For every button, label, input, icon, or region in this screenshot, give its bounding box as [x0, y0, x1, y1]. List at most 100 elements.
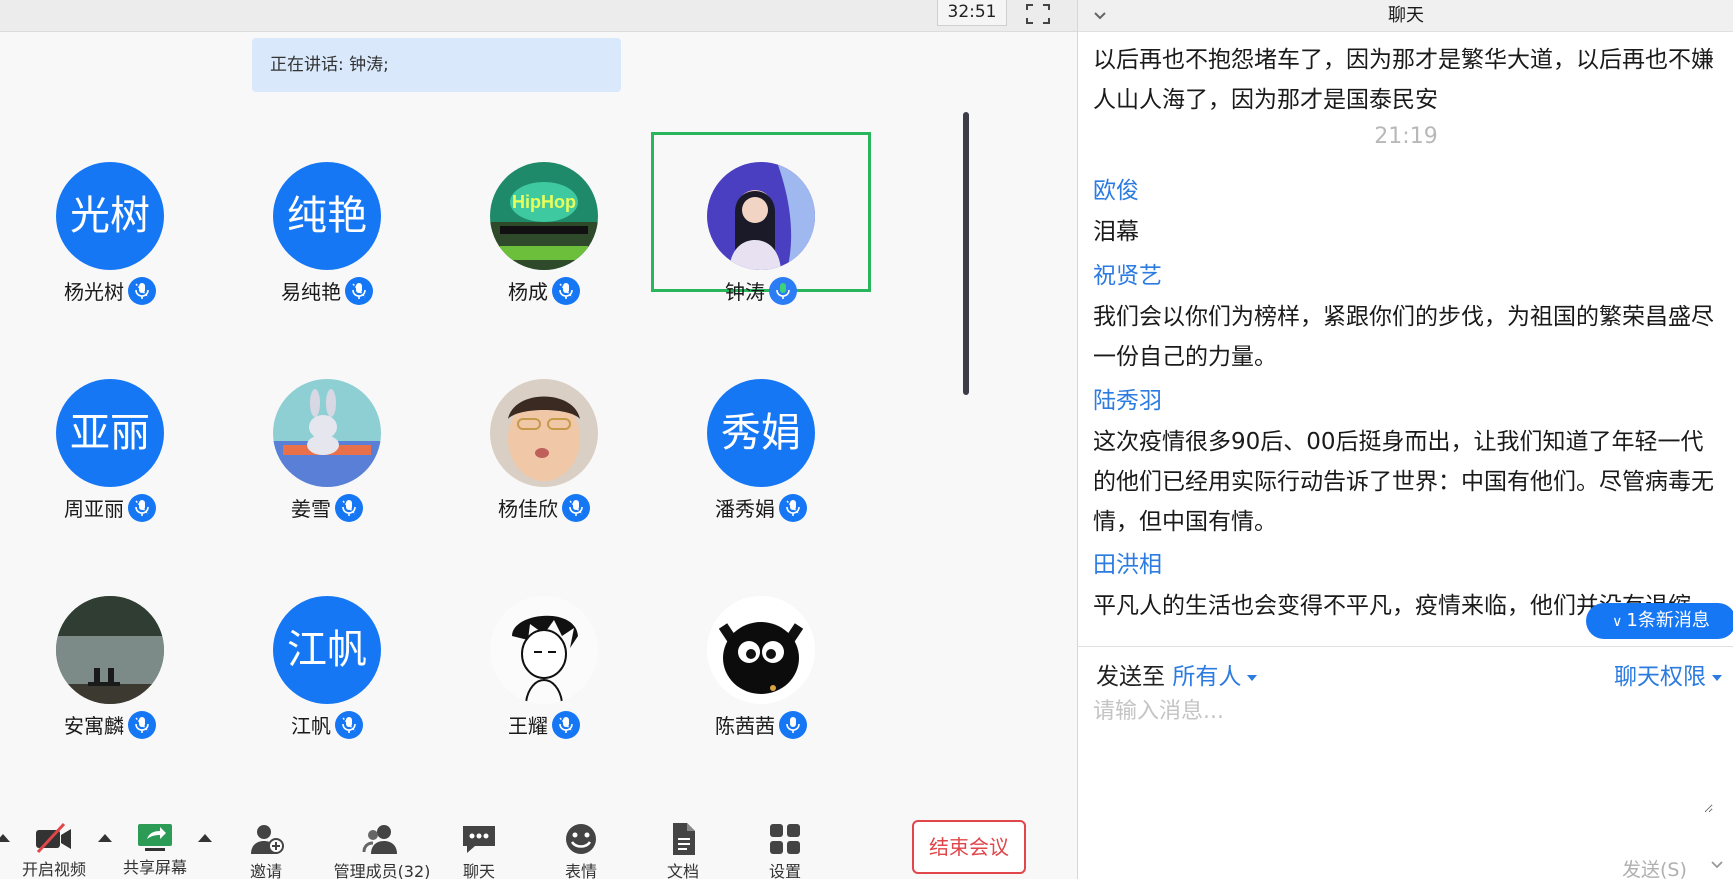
avatar: 江帆	[273, 596, 381, 704]
settings-button[interactable]: 设置	[755, 822, 815, 879]
message-input[interactable]	[1093, 693, 1713, 813]
caret-down-icon	[1712, 674, 1722, 681]
manage-members-button[interactable]: 管理成员(32)	[322, 822, 442, 879]
avatar: 亚丽	[56, 379, 164, 487]
chat-button[interactable]: 聊天	[449, 822, 509, 879]
participant-name-label: 姜雪	[291, 497, 331, 521]
participant-name-label: 杨佳欣	[498, 497, 558, 521]
participant-name: 杨光树	[0, 276, 220, 305]
share-screen-label: 共享屏幕	[122, 858, 187, 877]
share-screen-icon	[138, 824, 172, 851]
documents-button[interactable]: 文档	[653, 822, 713, 879]
participant-tile[interactable]: 纯艳 易纯艳	[217, 132, 437, 305]
avatar: 光树	[56, 162, 164, 270]
participant-grid: 光树 杨光树 纯艳 易纯艳 HipHop 杨成 钟涛 亚丽 周亚丽 姜雪 杨佳欣 秀娟 潘秀娟 安寓麟 江帆…	[0, 110, 960, 739]
message-sender[interactable]: 陆秀羽	[1093, 386, 1162, 416]
participant-name: 易纯艳	[217, 276, 437, 305]
participant-tile[interactable]: 姜雪	[217, 349, 437, 522]
participant-name: 钟涛	[651, 276, 871, 305]
participant-name-label: 王耀	[508, 714, 548, 738]
participant-name: 姜雪	[217, 493, 437, 522]
mic-active-icon	[335, 493, 363, 522]
message-sender[interactable]: 祝贤艺	[1093, 261, 1162, 291]
participant-tile[interactable]: 杨佳欣	[434, 349, 654, 522]
avatar	[707, 596, 815, 704]
message-sender[interactable]: 欧俊	[1093, 176, 1139, 206]
participant-tile[interactable]: 光树杨光树	[0, 132, 220, 305]
avatar	[490, 379, 598, 487]
participant-name: 王耀	[434, 710, 654, 739]
grid-scrollbar[interactable]	[963, 112, 969, 395]
mic-active-icon	[552, 276, 580, 305]
share-screen-button[interactable]: 共享屏幕	[115, 822, 195, 878]
send-to-value[interactable]: 所有人	[1172, 664, 1241, 690]
chat-bubble-icon	[463, 826, 495, 853]
chat-composer: 发送至 所有人 聊天权限 发送(S)	[1078, 646, 1733, 879]
participant-name-label: 杨光树	[64, 280, 124, 304]
meeting-top-bar: 32:51	[0, 0, 1077, 32]
new-messages-button[interactable]: ∨ 1条新消息	[1586, 603, 1733, 639]
send-button[interactable]: 发送(S)	[1622, 855, 1687, 879]
double-chevron-down-icon: ∨	[1612, 614, 1623, 630]
mic-active-icon	[128, 276, 156, 305]
mic-active-icon	[562, 493, 590, 522]
smile-icon	[566, 824, 596, 854]
participant-tile[interactable]: 江帆 江帆	[217, 566, 437, 739]
message-text: 我们会以你们为榜样，紧跟你们的步伐，为祖国的繁荣昌盛尽一份自己的力量。	[1093, 304, 1714, 370]
caret-down-icon	[1247, 674, 1258, 681]
participant-name-label: 周亚丽	[64, 497, 124, 521]
chat-panel: 聊天 以后再也不抱怨堵车了，因为那才是繁华大道，以后再也不嫌人山人海了，因为那才…	[1077, 0, 1733, 879]
avatar: HipHop	[490, 162, 598, 270]
participant-name-label: 陈茜茜	[715, 714, 775, 738]
members-icon	[362, 825, 397, 854]
start-video-button[interactable]: 开启视频	[14, 822, 94, 879]
invite-user-icon	[251, 825, 284, 854]
chat-permissions-dropdown[interactable]: 聊天权限	[1614, 657, 1722, 691]
invite-button[interactable]: 邀请	[236, 822, 296, 879]
settings-grid-icon	[770, 824, 800, 854]
participant-tile[interactable]: 安寓麟	[0, 566, 220, 739]
share-options-caret[interactable]	[198, 834, 212, 842]
video-off-icon	[36, 822, 71, 854]
avatar	[56, 596, 164, 704]
participant-tile[interactable]: 亚丽周亚丽	[0, 349, 220, 522]
mic-talking-icon	[769, 276, 797, 305]
fullscreen-icon[interactable]	[1024, 2, 1052, 26]
participant-name-label: 易纯艳	[281, 280, 341, 304]
message-sender[interactable]: 田洪相	[1093, 550, 1162, 580]
participant-tile[interactable]: 钟涛	[651, 132, 871, 305]
avatar	[707, 162, 815, 270]
avatar	[273, 379, 381, 487]
participant-tile[interactable]: 王耀	[434, 566, 654, 739]
invite-label: 邀请	[249, 862, 282, 879]
participant-name-label: 杨成	[508, 280, 548, 304]
video-options-caret[interactable]	[98, 834, 112, 842]
chat-label: 聊天	[462, 862, 495, 879]
send-to-selector[interactable]: 发送至 所有人	[1096, 657, 1258, 691]
mic-active-icon	[345, 276, 373, 305]
audio-options-caret[interactable]	[0, 834, 10, 842]
participant-tile[interactable]: HipHop 杨成	[434, 132, 654, 305]
avatar	[490, 596, 598, 704]
chat-header: 聊天	[1078, 0, 1733, 32]
chat-permissions-label: 聊天权限	[1614, 664, 1706, 690]
send-to-label: 发送至	[1096, 664, 1165, 690]
emoji-button[interactable]: 表情	[551, 822, 611, 879]
participant-tile[interactable]: 陈茜茜	[651, 566, 871, 739]
documents-label: 文档	[666, 862, 699, 879]
message-text: 泪幕	[1093, 219, 1139, 245]
participant-name: 安寓麟	[0, 710, 220, 739]
mic-active-icon	[128, 493, 156, 522]
mic-active-icon	[335, 710, 363, 739]
participant-name: 陈茜茜	[651, 710, 871, 739]
message-text: 以后再也不抱怨堵车了，因为那才是繁华大道，以后再也不嫌人山人海了，因为那才是国泰…	[1093, 47, 1714, 113]
participant-name: 杨成	[434, 276, 654, 305]
participant-name: 周亚丽	[0, 493, 220, 522]
start-video-label: 开启视频	[21, 860, 86, 879]
end-meeting-button[interactable]: 结束会议	[912, 820, 1026, 874]
chevron-down-icon[interactable]	[1710, 859, 1724, 871]
participant-tile[interactable]: 秀娟 潘秀娟	[651, 349, 871, 522]
chat-message-list[interactable]: 以后再也不抱怨堵车了，因为那才是繁华大道，以后再也不嫌人山人海了，因为那才是国泰…	[1078, 32, 1733, 644]
avatar: 秀娟	[707, 379, 815, 487]
participant-name: 杨佳欣	[434, 493, 654, 522]
